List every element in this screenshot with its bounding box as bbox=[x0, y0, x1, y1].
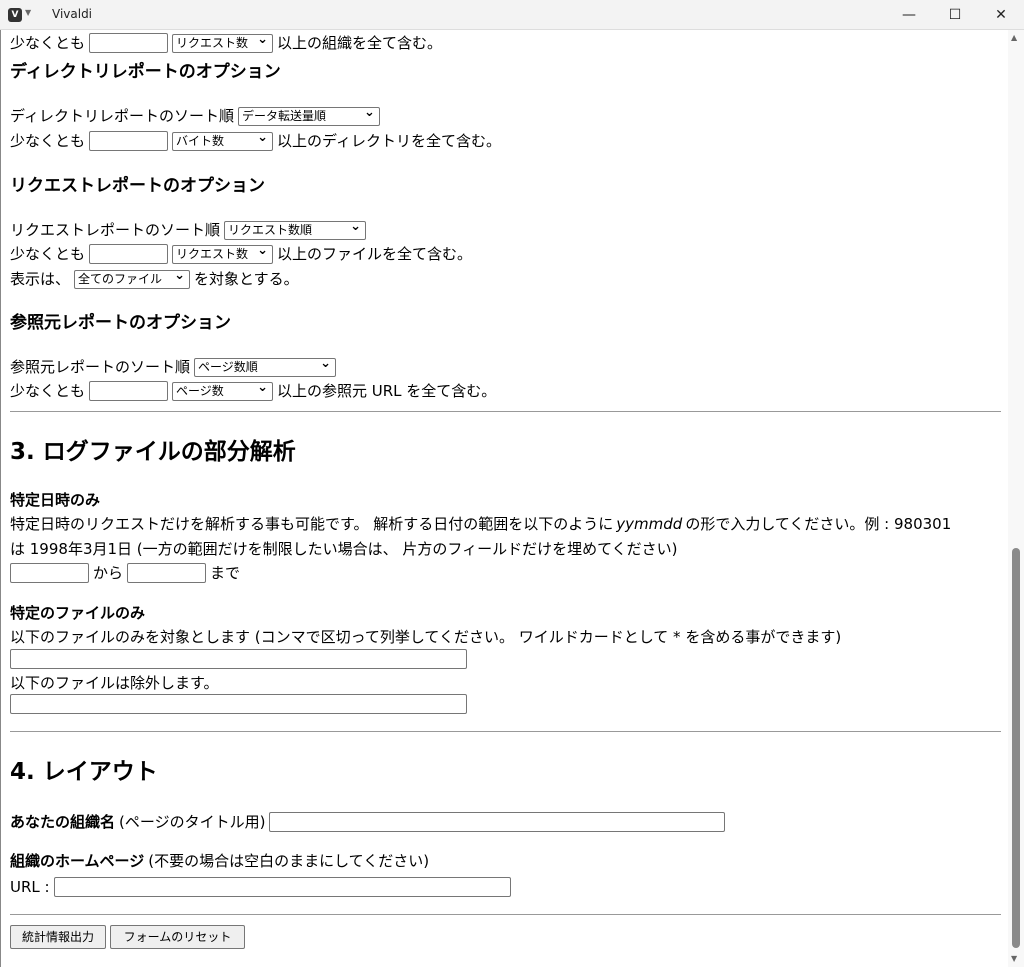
req-min-row: 少なくとも リクエスト数 以上のファイルを全て含む。 bbox=[10, 242, 473, 265]
scrollbar[interactable]: ▲ ▼ bbox=[1008, 30, 1024, 967]
chevron-down-icon[interactable]: ▼ bbox=[25, 8, 31, 17]
label: 少なくとも bbox=[10, 382, 86, 400]
label: まで bbox=[210, 564, 241, 582]
req-sort-select[interactable]: リクエスト数順 bbox=[224, 218, 367, 240]
date-text-line1: 特定日時のリクエストだけを解析する事も可能です。 解析する日付の範囲を以下のよう… bbox=[10, 513, 951, 535]
label: 以上のディレクトリを全て含む。 bbox=[277, 132, 501, 150]
label: ディレクトリレポートのソート順 bbox=[10, 107, 234, 125]
req-show-row: 表示は、 全てのファイル を対象とする。 bbox=[10, 267, 299, 290]
scroll-down-icon[interactable]: ▼ bbox=[1011, 954, 1017, 963]
divider bbox=[10, 411, 1001, 412]
ref-heading: 参照元レポートのオプション bbox=[10, 313, 231, 333]
window-title: Vivaldi bbox=[52, 7, 93, 21]
divider bbox=[10, 731, 1001, 732]
title-bar: V ▼ Vivaldi — ☐ ✕ bbox=[0, 0, 1024, 30]
divider bbox=[10, 914, 1001, 915]
page-content: 少なくとも リクエスト数 以上の組織を全て含む。 ディレクトリレポートのオプショ… bbox=[0, 30, 1008, 967]
file-heading: 特定のファイルのみ bbox=[10, 604, 146, 622]
dir-sort-row: ディレクトリレポートのソート順 データ転送量順 bbox=[10, 104, 380, 127]
label: 組織のホームページ bbox=[10, 852, 145, 870]
exclude-label: 以下のファイルは除外します。 bbox=[10, 674, 219, 692]
scroll-up-icon[interactable]: ▲ bbox=[1011, 33, 1017, 42]
label: 表示は、 bbox=[10, 270, 71, 288]
label: 参照元レポートのソート順 bbox=[10, 358, 191, 376]
org-min-input[interactable] bbox=[89, 33, 169, 53]
url-row: URL : bbox=[10, 876, 511, 898]
ref-min-row: 少なくとも ページ数 以上の参照元 URL を全て含む。 bbox=[10, 379, 497, 402]
label: あなたの組織名 bbox=[10, 813, 116, 831]
label: URL : bbox=[10, 878, 50, 896]
dir-min-input[interactable] bbox=[89, 131, 169, 151]
include-label: 以下のファイルのみを対象とします (コンマで区切って列挙してください。 ワイルド… bbox=[10, 628, 842, 646]
layout-heading: 4. レイアウト bbox=[10, 759, 158, 785]
label: 以上の組織を全て含む。 bbox=[277, 34, 443, 52]
vivaldi-logo-icon[interactable]: V bbox=[8, 8, 22, 22]
date-to-input[interactable] bbox=[127, 563, 207, 583]
label: 少なくとも bbox=[10, 245, 86, 263]
note: (ページのタイトル用) bbox=[119, 813, 266, 831]
req-show-select[interactable]: 全てのファイル bbox=[74, 267, 191, 289]
req-heading: リクエストレポートのオプション bbox=[10, 176, 265, 196]
url-input[interactable] bbox=[53, 877, 511, 897]
req-min-unit-select[interactable]: リクエスト数 bbox=[172, 242, 274, 264]
label: 少なくとも bbox=[10, 132, 86, 150]
text: の形で入力してください。例 : 980301 bbox=[685, 515, 952, 533]
homepage-row: 組織のホームページ (不要の場合は空白のままにしてください) bbox=[10, 850, 429, 872]
dir-min-unit-select[interactable]: バイト数 bbox=[172, 129, 274, 151]
format-text: yymmdd bbox=[616, 515, 683, 533]
label: を対象とする。 bbox=[194, 270, 299, 288]
ref-min-input[interactable] bbox=[89, 381, 169, 401]
reset-button[interactable]: フォームのリセット bbox=[110, 925, 245, 949]
req-sort-row: リクエストレポートのソート順 リクエスト数順 bbox=[10, 218, 367, 241]
date-heading: 特定日時のみ bbox=[10, 491, 101, 509]
include-files-input[interactable] bbox=[10, 649, 467, 669]
label: から bbox=[93, 564, 124, 582]
label: 以上の参照元 URL を全て含む。 bbox=[277, 382, 497, 400]
req-min-input[interactable] bbox=[89, 244, 169, 264]
label: リクエストレポートのソート順 bbox=[10, 221, 221, 239]
date-from-input[interactable] bbox=[10, 563, 89, 583]
submit-button[interactable]: 統計情報出力 bbox=[10, 925, 106, 949]
ref-sort-select[interactable]: ページ数順 bbox=[194, 355, 337, 377]
label: 少なくとも bbox=[10, 34, 86, 52]
minimize-button[interactable]: — bbox=[886, 0, 932, 30]
date-text-line2: は 1998年3月1日 (一方の範囲だけを制限したい場合は、 片方のフィールドだ… bbox=[10, 540, 678, 558]
dir-sort-select[interactable]: データ転送量順 bbox=[237, 104, 380, 126]
org-min-unit-select[interactable]: リクエスト数 bbox=[172, 31, 274, 53]
partial-heading: 3. ログファイルの部分解析 bbox=[10, 439, 296, 465]
org-name-row: あなたの組織名 (ページのタイトル用) bbox=[10, 811, 726, 833]
text: 特定日時のリクエストだけを解析する事も可能です。 解析する日付の範囲を以下のよう… bbox=[10, 515, 614, 533]
maximize-button[interactable]: ☐ bbox=[932, 0, 978, 30]
dir-min-row: 少なくとも バイト数 以上のディレクトリを全て含む。 bbox=[10, 129, 501, 152]
label: 以上のファイルを全て含む。 bbox=[277, 245, 473, 263]
close-button[interactable]: ✕ bbox=[978, 0, 1024, 30]
date-range-row: から まで bbox=[10, 562, 240, 584]
exclude-files-input[interactable] bbox=[10, 694, 467, 714]
dir-heading: ディレクトリレポートのオプション bbox=[10, 62, 281, 82]
org-min-row: 少なくとも リクエスト数 以上の組織を全て含む。 bbox=[10, 31, 443, 54]
scrollbar-thumb[interactable] bbox=[1012, 548, 1020, 948]
org-name-input[interactable] bbox=[269, 812, 726, 832]
ref-sort-row: 参照元レポートのソート順 ページ数順 bbox=[10, 355, 337, 378]
note: (不要の場合は空白のままにしてください) bbox=[148, 852, 430, 870]
ref-min-unit-select[interactable]: ページ数 bbox=[172, 379, 274, 401]
